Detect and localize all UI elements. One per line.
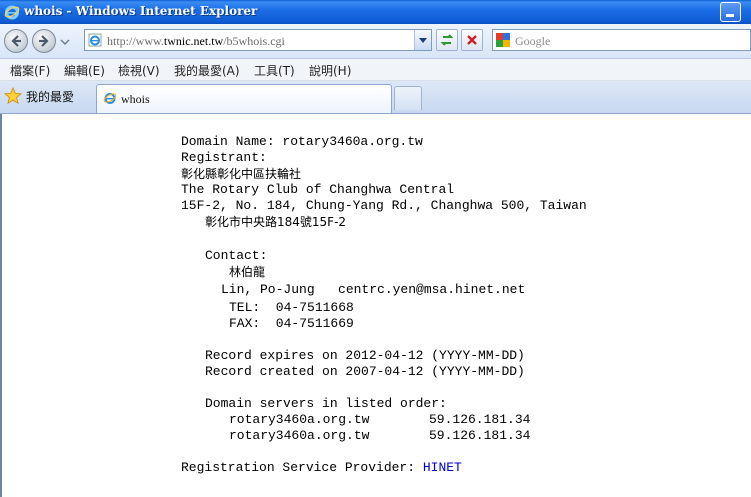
address-bar[interactable]: http://www.twnic.net.tw/b5whois.cgi (84, 29, 432, 51)
contact-name-zh: 林伯龍 (229, 265, 266, 279)
address-dropdown-button[interactable] (414, 30, 431, 50)
registrant-name-zh: 彰化縣彰化中區扶輪社 (181, 167, 302, 181)
tab-row: 我的最愛 whois (0, 81, 751, 114)
tab-label: whois (121, 92, 150, 106)
menu-file[interactable]: 檔案(F) (8, 61, 52, 80)
forward-button[interactable] (32, 29, 56, 53)
search-box[interactable]: Google (492, 29, 751, 51)
google-icon (496, 33, 510, 47)
domain-servers-label: Domain servers in listed order: (205, 396, 447, 411)
back-arrow-icon (11, 35, 21, 47)
minimize-button[interactable] (720, 2, 741, 22)
address-url: http://www.twnic.net.tw/b5whois.cgi (107, 34, 285, 49)
stop-x-icon (467, 35, 477, 45)
menu-bar: 檔案(F) 編輯(E) 檢視(V) 我的最愛(A) 工具(T) 說明(H) (0, 59, 751, 81)
refresh-icon (440, 34, 454, 46)
url-domain: twnic.net.tw (163, 34, 224, 48)
contact-name-email: Lin, Po-Jung centrc.yen@msa.hinet.net (221, 282, 526, 297)
navigation-bar: http://www.twnic.net.tw/b5whois.cgi Goog… (0, 24, 751, 59)
contact-label: Contact: (205, 248, 268, 263)
forward-arrow-icon (39, 35, 49, 47)
server-host: rotary3460a.org.tw (229, 412, 370, 427)
server-host: rotary3460a.org.tw (229, 428, 370, 443)
contact-tel: TEL: 04-7511668 (229, 300, 354, 315)
window-title: whois - Windows Internet Explorer (24, 4, 258, 18)
stop-button[interactable] (461, 29, 483, 51)
new-tab-button[interactable] (394, 86, 422, 110)
url-path: /b5whois.cgi (223, 34, 285, 48)
provider-label: Registration Service Provider: (181, 460, 423, 475)
menu-help[interactable]: 說明(H) (307, 61, 353, 80)
contact-fax: FAX: 04-7511669 (229, 316, 354, 331)
recent-pages-dropdown-icon[interactable] (60, 38, 70, 46)
record-created: Record created on 2007-04-12 (YYYY-MM-DD… (205, 364, 525, 379)
menu-view[interactable]: 檢視(V) (116, 61, 162, 80)
provider-line: Registration Service Provider: HINET (181, 460, 462, 476)
domain-name-line: Domain Name: rotary3460a.org.tw (181, 134, 423, 149)
ie-page-icon (103, 93, 117, 104)
server-ip: 59.126.181.34 (429, 428, 531, 443)
menu-favorites[interactable]: 我的最愛(A) (172, 61, 242, 80)
address-en: 15F-2, No. 184, Chung-Yang Rd., Changhwa… (181, 198, 587, 213)
page-content: Domain Name: rotary3460a.org.tw Registra… (0, 114, 751, 497)
star-icon (4, 87, 22, 105)
registrant-label: Registrant: (181, 150, 267, 165)
menu-tools[interactable]: 工具(T) (252, 61, 297, 80)
ie-page-icon (88, 33, 102, 47)
server-ip: 59.126.181.34 (429, 412, 531, 427)
provider-link[interactable]: HINET (423, 460, 462, 475)
ie-logo-icon (4, 5, 20, 20)
menu-edit[interactable]: 編輯(E) (62, 61, 107, 80)
url-prefix: http://www. (107, 34, 164, 48)
title-bar[interactable]: whois - Windows Internet Explorer (0, 0, 751, 24)
favorites-label: 我的最愛 (26, 90, 75, 104)
search-placeholder: Google (515, 34, 551, 48)
refresh-button[interactable] (436, 29, 458, 51)
record-expires: Record expires on 2012-04-12 (YYYY-MM-DD… (205, 348, 525, 363)
tab-whois[interactable]: whois (96, 84, 392, 113)
address-zh: 彰化市中央路184號15F-2 (205, 215, 347, 229)
back-button[interactable] (4, 29, 28, 53)
registrant-name-en: The Rotary Club of Changhwa Central (181, 182, 455, 197)
